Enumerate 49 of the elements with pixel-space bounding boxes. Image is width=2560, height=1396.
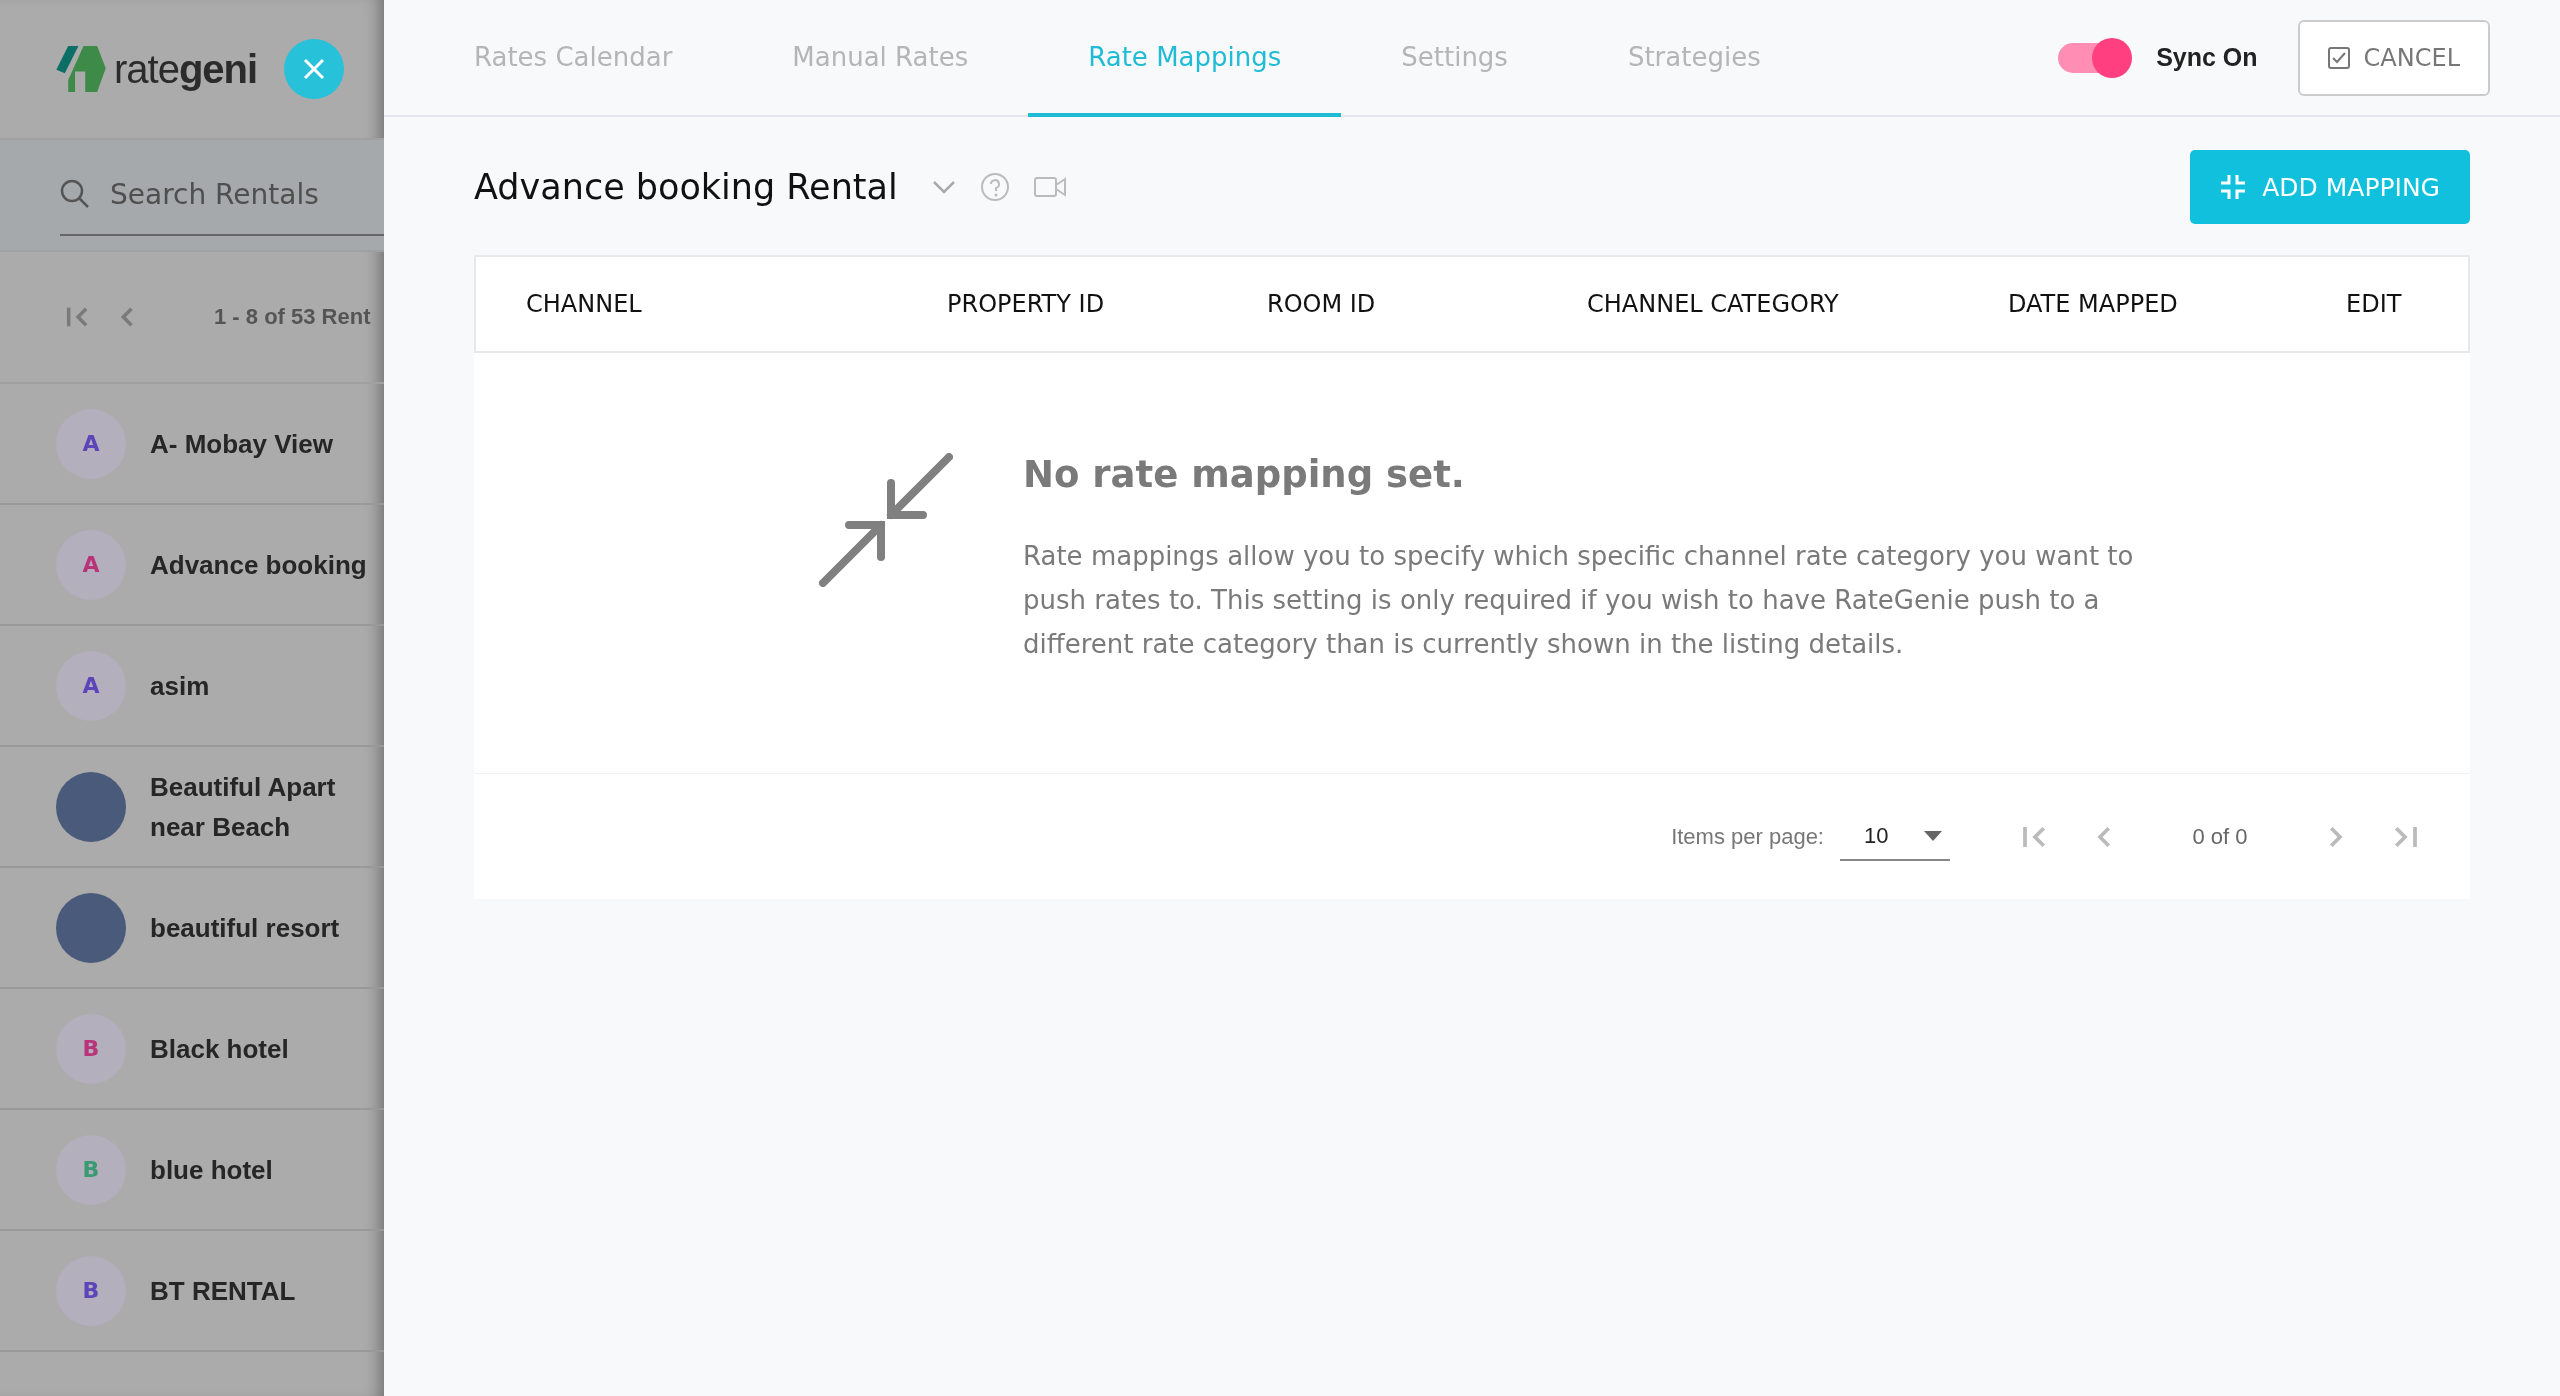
empty-title: No rate mapping set. [1023, 453, 1466, 496]
rental-item[interactable]: B Black hotel [0, 989, 384, 1110]
rental-item[interactable]: A asim [0, 626, 384, 747]
rental-item[interactable]: beautiful resort [0, 868, 384, 989]
logo-text: rategeni [114, 46, 258, 92]
column-header: ROOM ID [1267, 290, 1377, 318]
column-header: DATE MAPPED [2008, 290, 2179, 318]
rental-item[interactable]: B blue hotel [0, 1110, 384, 1231]
dropdown-triangle-icon [1924, 830, 1942, 841]
collapse-icon [2220, 174, 2247, 200]
page-size-select[interactable]: 10 [1840, 812, 1950, 861]
logo-icon [56, 46, 106, 92]
rental-name: Advance booking [150, 548, 367, 582]
avatar: A [56, 408, 126, 479]
avatar: A [56, 650, 126, 721]
search-icon [60, 179, 90, 209]
range-label: 1 - 8 of 53 Rent [214, 304, 371, 330]
column-header: CHANNEL [526, 290, 643, 318]
video-camera-icon [1033, 176, 1066, 198]
sync-label: Sync On [2156, 43, 2258, 72]
rental-item[interactable]: A A- Mobay View [0, 384, 384, 505]
cancel-button[interactable]: CANCEL [2297, 19, 2490, 96]
close-icon [303, 58, 325, 80]
rental-item[interactable]: A Advance booking [0, 505, 384, 626]
page-range: 0 of 0 [2191, 823, 2249, 850]
column-header: PROPERTY ID [947, 290, 1106, 318]
rental-item[interactable]: B BT RENTAL [0, 1231, 384, 1352]
avatar: B [56, 1134, 126, 1205]
checkbox-icon [2327, 46, 2350, 69]
avatar: B [56, 1013, 126, 1084]
arrows-inward-icon [819, 453, 953, 587]
chevron-down-icon [931, 180, 956, 194]
rental-name: BT RENTAL [150, 1274, 296, 1308]
rental-name: Black hotel [150, 1032, 289, 1066]
rental-name: asim [150, 669, 210, 703]
rental-item[interactable]: Beautiful Apart near Beach [0, 747, 384, 868]
items-per-page-label: Items per page: [1671, 823, 1824, 850]
column-header: CHANNEL CATEGORY [1587, 290, 1840, 318]
rental-title: Advance booking Rental [474, 167, 898, 207]
rental-name: blue hotel [150, 1153, 273, 1187]
close-button[interactable] [284, 39, 344, 99]
avatar: A [56, 529, 126, 600]
help-icon [979, 172, 1010, 202]
rental-name: Beautiful Apart near Beach [150, 770, 336, 844]
rental-name: A- Mobay View [150, 427, 333, 461]
rental-name: beautiful resort [150, 911, 340, 945]
avatar: B [56, 1255, 126, 1326]
column-header: EDIT [2346, 290, 2403, 318]
empty-description: Rate mappings allow you to specify which specific channel rate category you want to push rates to. This setting is only required if you wish to have RateGenie push to a different rate category than is currently shown in the listing details. [1023, 540, 2135, 661]
